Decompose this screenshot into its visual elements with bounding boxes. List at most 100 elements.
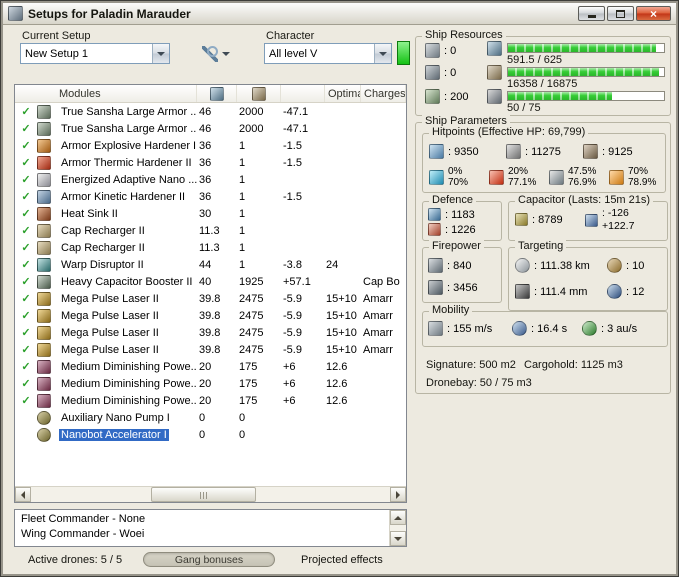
- capacitor-panel: Capacitor (Lasts: 15m 21s) : 8789 : -126…: [508, 194, 668, 241]
- module-cap-use-value: +6: [283, 394, 296, 407]
- cap-recharge-icon: [585, 213, 598, 227]
- module-powergrid-value: 2475: [239, 309, 264, 322]
- commander-list-item[interactable]: Fleet Commander - None: [21, 512, 388, 527]
- module-row[interactable]: ✓ Medium Diminishing Powe... 20 175 +6 1…: [15, 358, 406, 375]
- cap-use-column-header[interactable]: [281, 85, 325, 102]
- current-setup-value: New Setup 1: [25, 47, 88, 60]
- maximize-icon: [616, 9, 625, 18]
- powergrid-column-icon: [251, 86, 266, 101]
- character-label: Character: [266, 30, 315, 42]
- close-button[interactable]: ×: [636, 6, 671, 21]
- cargohold-label: Cargohold: 1125 m3: [524, 359, 623, 371]
- modules-column-header[interactable]: Modules: [15, 85, 197, 102]
- armor-rig-icon: [37, 427, 51, 442]
- online-check-icon: ✓: [21, 276, 31, 288]
- module-cpu-value: 36: [199, 156, 212, 169]
- nosferatu-icon: [37, 376, 51, 391]
- powergrid-column-header[interactable]: [237, 85, 281, 102]
- module-row[interactable]: ✓ Cap Recharger II 11.3 1: [15, 239, 406, 256]
- module-row[interactable]: ✓ Armor Thermic Hardener II 36 1 -1.5: [15, 154, 406, 171]
- module-row[interactable]: ✓ True Sansha Large Armor ... 46 2000 -4…: [15, 103, 406, 120]
- modules-table: Modules Optimal Charges ✓ True Sansha La…: [14, 84, 407, 503]
- online-check-icon: ✓: [21, 191, 31, 203]
- minimize-button[interactable]: [578, 6, 605, 21]
- turret-hardpoint-icon: [425, 43, 440, 58]
- armor-hp-value: : 11275: [525, 145, 561, 158]
- module-row[interactable]: ✓ Armor Kinetic Hardener II 36 1 -1.5: [15, 188, 406, 205]
- gang-bonuses-button[interactable]: Gang bonuses: [143, 552, 275, 567]
- wrench-icon: [202, 45, 218, 62]
- horizontal-scrollbar[interactable]: [15, 486, 406, 502]
- targeting-title: Targeting: [515, 240, 567, 252]
- module-powergrid-value: 1: [239, 156, 246, 169]
- module-row[interactable]: ✓ Medium Diminishing Powe... 20 175 +6 1…: [15, 375, 406, 392]
- module-cpu-value: 36: [199, 173, 212, 186]
- mobility-title: Mobility: [429, 304, 473, 316]
- module-row[interactable]: ✓ Warp Disruptor II 44 1 -3.8 24: [15, 256, 406, 273]
- module-name: Medium Diminishing Powe...: [61, 360, 197, 373]
- charges-column-header[interactable]: Charges: [361, 85, 406, 102]
- scroll-up-button[interactable]: [390, 510, 406, 525]
- maximize-button[interactable]: [607, 6, 634, 21]
- module-powergrid-value: 2475: [239, 292, 264, 305]
- horizontal-scrollbar-thumb[interactable]: [151, 487, 256, 502]
- module-cpu-value: 11.3: [199, 224, 220, 237]
- module-powergrid-value: 175: [239, 394, 258, 407]
- cpu-icon: [487, 41, 502, 56]
- module-row[interactable]: ✓ Heat Sink II 30 1: [15, 205, 406, 222]
- module-name: Mega Pulse Laser II: [61, 292, 159, 305]
- setup-tools-button[interactable]: [198, 43, 240, 64]
- current-setup-dropdown-button[interactable]: [152, 44, 169, 63]
- module-powergrid-value: 1: [239, 190, 246, 203]
- module-name: Mega Pulse Laser II: [61, 343, 159, 356]
- warp-speed-stat: : 3 au/s: [582, 321, 637, 336]
- module-name: Energized Adaptive Nano ...: [61, 173, 197, 186]
- module-cap-use-value: +6: [283, 377, 296, 390]
- module-row[interactable]: ✓ Heavy Capacitor Booster II 40 1925 +57…: [15, 273, 406, 290]
- module-row[interactable]: Nanobot Accelerator I 0 0: [15, 426, 406, 443]
- launcher-hardpoints-stat: : 0: [425, 65, 456, 80]
- warp-speed-value: : 3 au/s: [601, 322, 638, 335]
- module-cpu-value: 20: [199, 377, 212, 390]
- optimal-column-header[interactable]: Optimal: [325, 85, 361, 102]
- adaptive-membrane-icon: [37, 172, 51, 187]
- commander-list-item[interactable]: Wing Commander - Woei: [21, 527, 388, 542]
- module-row[interactable]: ✓ Mega Pulse Laser II 39.8 2475 -5.9 15+…: [15, 324, 406, 341]
- cpu-bar: [507, 43, 665, 53]
- scroll-left-button[interactable]: [15, 487, 31, 502]
- hull-hp-stat: : 9125: [583, 144, 633, 159]
- online-check-icon: ✓: [21, 174, 31, 186]
- current-setup-combo[interactable]: New Setup 1: [20, 43, 170, 64]
- explosive-shield-resist: 70%: [628, 166, 649, 177]
- module-row[interactable]: ✓ Medium Diminishing Powe... 20 175 +6 1…: [15, 392, 406, 409]
- online-check-icon: ✓: [21, 259, 31, 271]
- module-cap-use-value: -5.9: [283, 343, 302, 356]
- projected-effects-label: Projected effects: [301, 554, 383, 566]
- module-row[interactable]: ✓ Cap Recharger II 11.3 1: [15, 222, 406, 239]
- module-row[interactable]: Auxiliary Nano Pump I 0 0: [15, 409, 406, 426]
- scroll-down-button[interactable]: [390, 531, 406, 546]
- pulse-laser-icon: [37, 342, 51, 357]
- character-dropdown-button[interactable]: [374, 44, 391, 63]
- nosferatu-icon: [37, 359, 51, 374]
- character-combo[interactable]: All level V: [264, 43, 392, 64]
- kinetic-armor-resist: 76.9%: [568, 177, 597, 188]
- module-cap-use-value: -1.5: [283, 190, 302, 203]
- commander-list[interactable]: Fleet Commander - None Wing Commander - W…: [14, 509, 407, 547]
- module-row[interactable]: ✓ Mega Pulse Laser II 39.8 2475 -5.9 15+…: [15, 307, 406, 324]
- scroll-right-button[interactable]: [390, 487, 406, 502]
- commander-scrollbar[interactable]: [389, 510, 406, 546]
- module-row[interactable]: ✓ Mega Pulse Laser II 39.8 2475 -5.9 15+…: [15, 341, 406, 358]
- module-cap-use-value: -5.9: [283, 292, 302, 305]
- module-row[interactable]: ✓ True Sansha Large Armor ... 46 2000 -4…: [15, 120, 406, 137]
- nosferatu-icon: [37, 393, 51, 408]
- title-bar[interactable]: Setups for Paladin Marauder ×: [3, 3, 676, 25]
- cpu-column-header[interactable]: [197, 85, 237, 102]
- cap-recharge-value: +122.7: [602, 220, 635, 232]
- firepower-panel: Firepower : 840 : 3456: [422, 240, 502, 303]
- module-cap-use-value: -47.1: [283, 105, 309, 118]
- module-row[interactable]: ✓ Mega Pulse Laser II 39.8 2475 -5.9 15+…: [15, 290, 406, 307]
- module-row[interactable]: ✓ Energized Adaptive Nano ... 36 1: [15, 171, 406, 188]
- module-row[interactable]: ✓ Armor Explosive Hardener II 36 1 -1.5: [15, 137, 406, 154]
- turret-dps-icon: [428, 258, 443, 273]
